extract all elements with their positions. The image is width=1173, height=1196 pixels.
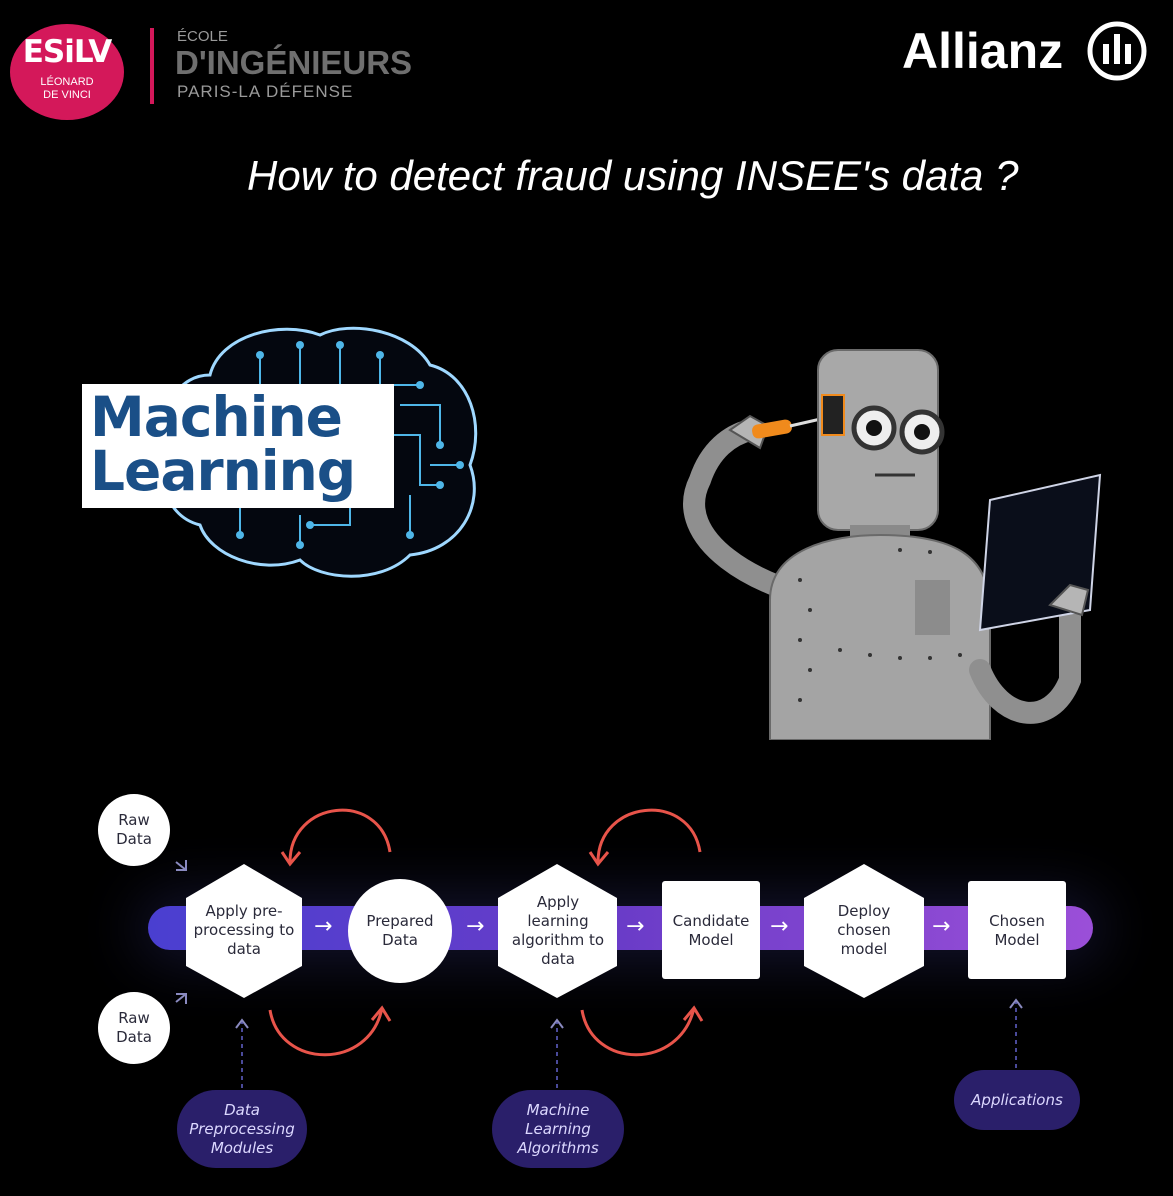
allianz-eagle-icon [1087,21,1147,81]
flow-arrow-2: → [466,914,485,939]
loop-arrow-bottom-2 [580,1007,696,1057]
flow-arrow-3: → [626,914,645,939]
step-3-label: Apply learning algorithm to data [511,893,605,968]
robot-reading-icon [683,349,1102,740]
input-machine-learning-algorithms: Machine Learning Algorithms [492,1090,624,1168]
flow-arrow-5: → [932,914,951,939]
esilv-logo-line1: LÉONARD [40,76,94,88]
loop-arrow-top-1 [288,808,392,863]
allianz-wordmark: Allianz [902,23,1064,79]
school-ecole: ÉCOLE [177,28,228,45]
step-1-label: Apply pre-processing to data [193,901,295,958]
step-4-label: Candidate Model [672,912,750,949]
flow-arrow-1: → [314,914,333,939]
step-6-label: Chosen Model [989,912,1045,949]
school-name: D'INGÉNIEURS [175,44,413,81]
input-data-preprocessing-modules: Data Preprocessing Modules [177,1090,307,1168]
raw-data-bottom: Raw Data [98,992,170,1064]
flow-arrow-4: → [770,914,789,939]
school-location: PARIS-LA DÉFENSE [177,82,354,101]
step-2-label: Prepared Data [366,912,434,949]
ml-badge-line2: Learning [90,439,356,503]
machine-learning-badge: Machine Learning [82,384,394,508]
input-applications: Applications [954,1070,1080,1130]
esilv-logo-word: ESiLV [22,34,113,70]
esilv-logo-line2: DE VINCI [43,89,91,101]
esilv-logo: ESiLV LÉONARD DE VINCI [10,24,124,120]
loop-arrow-bottom-1 [268,1007,384,1057]
ml-badge-line1: Machine [90,385,343,449]
raw-data-top: Raw Data [98,794,170,866]
logo-divider [150,28,154,104]
page-title: How to detect fraud using INSEE's data ? [247,152,1019,199]
step-5-label: Deploy chosen model [837,901,891,958]
loop-arrow-top-2 [596,808,702,863]
